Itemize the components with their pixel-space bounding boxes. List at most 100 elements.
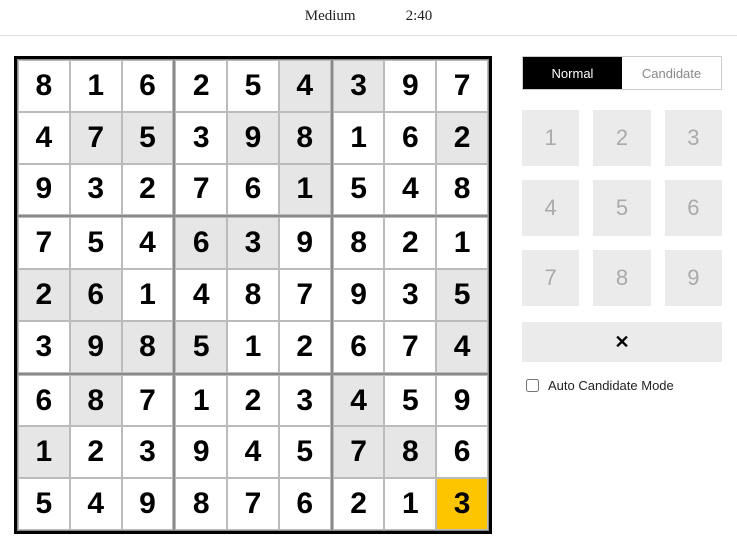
sudoku-cell[interactable]: 6 <box>70 269 122 321</box>
sudoku-cell[interactable]: 9 <box>279 217 331 269</box>
sudoku-cell[interactable]: 1 <box>279 164 331 216</box>
sudoku-cell[interactable]: 1 <box>175 375 227 427</box>
sudoku-cell[interactable]: 8 <box>384 426 436 478</box>
sudoku-cell[interactable]: 2 <box>70 426 122 478</box>
keypad-key-9[interactable]: 9 <box>665 250 722 306</box>
sudoku-cell[interactable]: 2 <box>175 60 227 112</box>
sudoku-cell[interactable]: 6 <box>18 375 70 427</box>
sudoku-cell[interactable]: 8 <box>175 478 227 530</box>
sudoku-box: 639487512 <box>174 216 331 373</box>
sudoku-cell[interactable]: 5 <box>175 321 227 373</box>
sudoku-cell[interactable]: 2 <box>384 217 436 269</box>
keypad-key-7[interactable]: 7 <box>522 250 579 306</box>
sudoku-cell[interactable]: 3 <box>279 375 331 427</box>
sudoku-cell[interactable]: 4 <box>70 478 122 530</box>
sudoku-cell[interactable]: 6 <box>122 60 174 112</box>
sudoku-cell[interactable]: 9 <box>384 60 436 112</box>
auto-candidate-checkbox[interactable] <box>526 379 539 392</box>
sudoku-cell[interactable]: 5 <box>227 60 279 112</box>
sudoku-cell[interactable]: 4 <box>227 426 279 478</box>
sudoku-cell[interactable]: 5 <box>279 426 331 478</box>
tab-normal[interactable]: Normal <box>523 57 622 89</box>
keypad-key-3[interactable]: 3 <box>665 110 722 166</box>
sudoku-cell[interactable]: 7 <box>279 269 331 321</box>
sudoku-cell[interactable]: 9 <box>70 321 122 373</box>
sudoku-cell[interactable]: 2 <box>333 478 385 530</box>
sudoku-cell[interactable]: 3 <box>175 112 227 164</box>
sudoku-cell[interactable]: 7 <box>70 112 122 164</box>
sudoku-cell[interactable]: 7 <box>18 217 70 269</box>
sudoku-cell[interactable]: 9 <box>175 426 227 478</box>
sudoku-cell[interactable]: 8 <box>436 164 488 216</box>
sudoku-cell[interactable]: 7 <box>333 426 385 478</box>
auto-candidate-row[interactable]: Auto Candidate Mode <box>522 376 722 395</box>
sudoku-cell[interactable]: 6 <box>384 112 436 164</box>
sudoku-cell[interactable]: 6 <box>175 217 227 269</box>
sudoku-cell[interactable]: 6 <box>227 164 279 216</box>
sudoku-cell[interactable]: 5 <box>384 375 436 427</box>
sudoku-cell[interactable]: 1 <box>18 426 70 478</box>
sudoku-box: 459786213 <box>332 374 489 531</box>
sudoku-cell[interactable]: 3 <box>384 269 436 321</box>
sudoku-cell[interactable]: 9 <box>333 269 385 321</box>
sudoku-cell[interactable]: 8 <box>18 60 70 112</box>
sudoku-cell[interactable]: 7 <box>436 60 488 112</box>
sudoku-cell[interactable]: 8 <box>70 375 122 427</box>
sudoku-cell[interactable]: 7 <box>384 321 436 373</box>
sudoku-cell[interactable]: 9 <box>18 164 70 216</box>
sudoku-cell[interactable]: 9 <box>122 478 174 530</box>
sudoku-cell[interactable]: 2 <box>227 375 279 427</box>
sudoku-cell[interactable]: 4 <box>18 112 70 164</box>
sudoku-cell[interactable]: 1 <box>227 321 279 373</box>
sudoku-cell[interactable]: 8 <box>227 269 279 321</box>
sudoku-cell[interactable]: 8 <box>333 217 385 269</box>
keypad-key-4[interactable]: 4 <box>522 180 579 236</box>
sudoku-cell[interactable]: 1 <box>70 60 122 112</box>
keypad-key-2[interactable]: 2 <box>593 110 650 166</box>
sudoku-cell[interactable]: 5 <box>333 164 385 216</box>
sudoku-cell[interactable]: 3 <box>122 426 174 478</box>
sudoku-cell[interactable]: 1 <box>384 478 436 530</box>
sudoku-cell[interactable]: 8 <box>279 112 331 164</box>
sudoku-cell[interactable]: 5 <box>122 112 174 164</box>
sudoku-cell[interactable]: 5 <box>18 478 70 530</box>
sudoku-cell[interactable]: 4 <box>384 164 436 216</box>
sudoku-cell[interactable]: 4 <box>333 375 385 427</box>
tab-candidate[interactable]: Candidate <box>622 57 721 89</box>
keypad-key-5[interactable]: 5 <box>593 180 650 236</box>
sudoku-cell[interactable]: 2 <box>18 269 70 321</box>
sudoku-cell[interactable]: 2 <box>122 164 174 216</box>
clear-button[interactable]: ✕ <box>522 322 722 362</box>
keypad-key-8[interactable]: 8 <box>593 250 650 306</box>
sudoku-cell[interactable]: 6 <box>279 478 331 530</box>
sudoku-cell[interactable]: 3 <box>333 60 385 112</box>
sudoku-cell[interactable]: 8 <box>122 321 174 373</box>
sudoku-cell[interactable]: 4 <box>436 321 488 373</box>
sudoku-cell[interactable]: 3 <box>227 217 279 269</box>
sudoku-cell[interactable]: 9 <box>436 375 488 427</box>
sudoku-cell[interactable]: 1 <box>436 217 488 269</box>
sudoku-cell[interactable]: 9 <box>227 112 279 164</box>
sudoku-cell[interactable]: 3 <box>18 321 70 373</box>
sudoku-cell[interactable]: 1 <box>333 112 385 164</box>
sudoku-cell[interactable]: 5 <box>70 217 122 269</box>
top-bar: Medium 2:40 <box>0 0 737 36</box>
sudoku-cell[interactable]: 3 <box>436 478 488 530</box>
sudoku-cell[interactable]: 7 <box>227 478 279 530</box>
keypad: 123 456 789 <box>522 110 722 306</box>
sudoku-cell[interactable]: 7 <box>122 375 174 427</box>
sudoku-cell[interactable]: 4 <box>279 60 331 112</box>
keypad-key-1[interactable]: 1 <box>522 110 579 166</box>
sudoku-cell[interactable]: 4 <box>175 269 227 321</box>
sudoku-cell[interactable]: 3 <box>70 164 122 216</box>
sudoku-cell[interactable]: 1 <box>122 269 174 321</box>
sudoku-cell[interactable]: 2 <box>436 112 488 164</box>
keypad-key-6[interactable]: 6 <box>665 180 722 236</box>
sudoku-cell[interactable]: 7 <box>175 164 227 216</box>
sudoku-cell[interactable]: 5 <box>436 269 488 321</box>
sudoku-cell[interactable]: 6 <box>333 321 385 373</box>
difficulty-label: Medium <box>305 8 356 25</box>
sudoku-cell[interactable]: 4 <box>122 217 174 269</box>
sudoku-cell[interactable]: 6 <box>436 426 488 478</box>
sudoku-cell[interactable]: 2 <box>279 321 331 373</box>
